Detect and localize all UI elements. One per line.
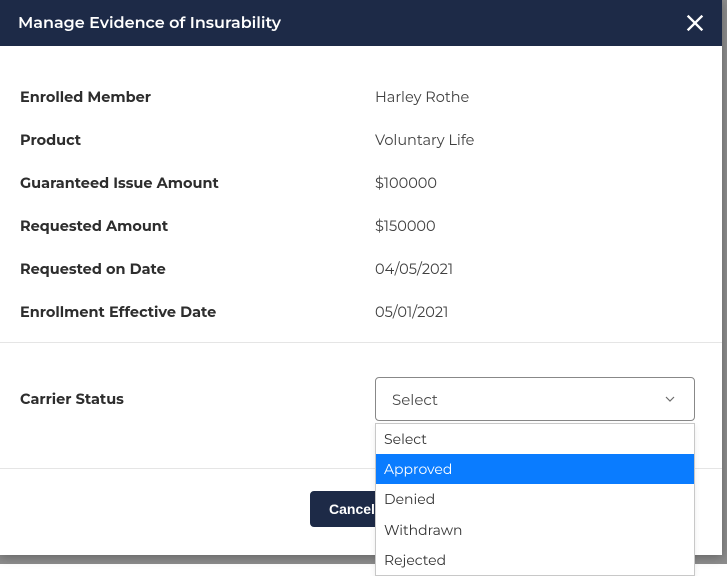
row-guaranteed-issue-amount: Guaranteed Issue Amount $100000 [20, 162, 702, 205]
value-requested-on-date: 04/05/2021 [375, 260, 702, 278]
modal-header: Manage Evidence of Insurability [0, 0, 722, 46]
chevron-down-icon [662, 391, 678, 407]
carrier-status-option-approved[interactable]: Approved [376, 454, 694, 484]
close-button[interactable] [682, 10, 708, 36]
close-icon [684, 12, 706, 34]
value-product: Voluntary Life [375, 131, 702, 149]
label-product: Product [20, 131, 375, 149]
value-guaranteed-issue-amount: $100000 [375, 174, 702, 192]
eoi-modal: Manage Evidence of Insurability Enrolled… [0, 0, 722, 555]
carrier-status-dropdown: Select Approved Denied Withdrawn Rejecte… [375, 423, 695, 576]
label-requested-on-date: Requested on Date [20, 260, 375, 278]
row-requested-amount: Requested Amount $150000 [20, 205, 702, 248]
carrier-status-option-withdrawn[interactable]: Withdrawn [376, 515, 694, 545]
value-enrolled-member: Harley Rothe [375, 88, 702, 106]
label-requested-amount: Requested Amount [20, 217, 375, 235]
carrier-status-option-denied[interactable]: Denied [376, 484, 694, 514]
value-enrollment-effective-date: 05/01/2021 [375, 303, 702, 321]
row-enrollment-effective-date: Enrollment Effective Date 05/01/2021 [20, 291, 702, 334]
carrier-status-select-wrap: Select Select Approved Denied Withdrawn … [375, 377, 695, 421]
carrier-status-option-select[interactable]: Select [376, 424, 694, 454]
carrier-status-option-rejected[interactable]: Rejected [376, 545, 694, 575]
row-requested-on-date: Requested on Date 04/05/2021 [20, 248, 702, 291]
modal-body: Enrolled Member Harley Rothe Product Vol… [0, 46, 722, 468]
row-carrier-status: Carrier Status Select Select Approved De… [20, 365, 702, 421]
section-divider [0, 342, 722, 343]
label-guaranteed-issue-amount: Guaranteed Issue Amount [20, 174, 375, 192]
row-product: Product Voluntary Life [20, 119, 702, 162]
carrier-status-selected-text: Select [392, 390, 438, 409]
value-requested-amount: $150000 [375, 217, 702, 235]
label-enrolled-member: Enrolled Member [20, 88, 375, 106]
modal-title: Manage Evidence of Insurability [18, 14, 281, 33]
label-enrollment-effective-date: Enrollment Effective Date [20, 303, 375, 321]
carrier-status-select[interactable]: Select [375, 377, 695, 421]
label-carrier-status: Carrier Status [20, 390, 375, 408]
row-enrolled-member: Enrolled Member Harley Rothe [20, 76, 702, 119]
